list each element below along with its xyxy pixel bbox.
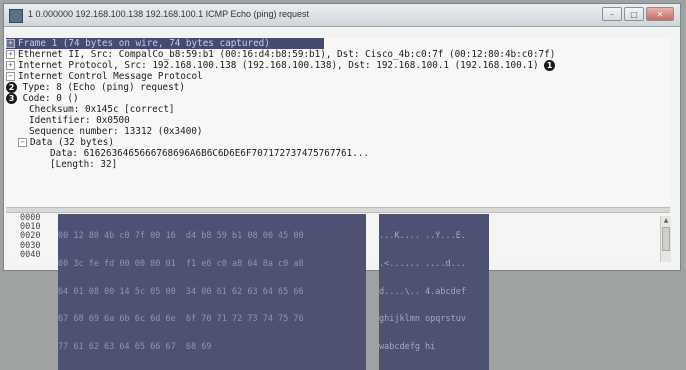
tree-row-identifier[interactable]: Identifier: 0x0500 (6, 115, 670, 126)
tree-row-checksum[interactable]: Checksum: 0x145c [correct] (6, 104, 670, 115)
collapse-minus-icon[interactable]: − (6, 72, 15, 81)
hex-offset: 0040 (20, 249, 41, 260)
tree-row-frame[interactable]: + Frame 1 (74 bytes on wire, 74 bytes cap… (6, 38, 324, 49)
tree-label-data: Data (32 bytes) (30, 137, 114, 148)
tree-row-type[interactable]: 2 Type: 8 (Echo (ping) request) (6, 82, 670, 93)
title-bar[interactable]: 1 0.000000 192.168.100.138 192.168.100.1… (4, 4, 680, 27)
ascii-row: .<...... ....d... (379, 259, 466, 270)
annotation-badge-3: 3 (6, 93, 17, 104)
tree-label-checksum: Checksum: 0x145c [correct] (29, 104, 175, 115)
expand-plus-icon[interactable]: + (6, 61, 15, 70)
expand-plus-icon[interactable]: + (6, 50, 15, 59)
ascii-row: wabcdefg hi (379, 341, 436, 352)
ascii-row: ...K.... ..Y...E. (379, 231, 466, 242)
close-icon[interactable]: ✕ (646, 7, 674, 21)
hex-bytes-highlighted[interactable]: 00 12 80 4b c0 7f 00 16 d4 b8 59 b1 08 0… (58, 214, 366, 370)
hex-bytes-row: 67 68 69 6a 6b 6c 6d 6e 6f 70 71 72 73 7… (58, 314, 304, 325)
scroll-up-arrow-icon[interactable]: ▲ (661, 216, 671, 225)
collapse-minus-icon[interactable]: − (18, 138, 27, 147)
tree-row-code[interactable]: 3 Code: 0 () (6, 93, 670, 104)
tree-label-ethernet: Ethernet II, Src: CompalCo_b8:59:b1 (00:… (18, 49, 556, 60)
tree-row-data-value[interactable]: Data: 6162636465666768696A6B6C6D6E6F7071… (6, 148, 670, 159)
tree-row-sequence[interactable]: Sequence number: 13312 (0x3400) (6, 126, 670, 137)
ascii-row: d....\.. 4.abcdef (379, 286, 466, 297)
tree-label-ip: Internet Protocol, Src: 192.168.100.138 … (18, 60, 539, 71)
hex-offsets: 0000 0010 0020 0030 0040 (20, 213, 41, 260)
window-title: 1 0.000000 192.168.100.138 192.168.100.1… (28, 9, 310, 19)
tree-label-sequence: Sequence number: 13312 (0x3400) (29, 126, 203, 137)
hex-vertical-scrollbar[interactable]: ▲ (660, 216, 671, 262)
tree-row-length[interactable]: [Length: 32] (6, 159, 670, 170)
annotation-badge-1: 1 (544, 60, 556, 71)
expand-plus-icon[interactable]: + (6, 39, 15, 48)
tree-row-ip[interactable]: + Internet Protocol, Src: 192.168.100.138… (6, 60, 670, 71)
hex-ascii-highlighted[interactable]: ...K.... ..Y...E. .<...... ....d... d...… (379, 214, 489, 370)
tree-label-identifier: Identifier: 0x0500 (29, 115, 130, 126)
ascii-row: ghijklmn opqrstuv (379, 314, 466, 325)
tree-label-frame: Frame 1 (74 bytes on wire, 74 bytes capt… (18, 38, 270, 49)
wireshark-app-icon (9, 9, 23, 23)
hex-bytes-row: 77 61 62 63 64 65 66 67 68 69 (58, 341, 212, 352)
window-controls: – □ ✕ (602, 7, 674, 21)
minimize-icon[interactable]: – (602, 7, 622, 21)
tree-label-data-value: Data: 6162636465666768696A6B6C6D6E6F7071… (50, 148, 370, 159)
hex-bytes-row: 64 01 08 00 14 5c 05 00 34 00 61 62 63 6… (58, 286, 304, 297)
hex-bytes-row: 00 12 80 4b c0 7f 00 16 d4 b8 59 b1 08 0… (58, 231, 304, 242)
tree-label-length: [Length: 32] (50, 159, 118, 170)
annotation-badge-2: 2 (6, 82, 17, 93)
tree-label-type: Type: 8 (Echo (ping) request) (22, 82, 185, 93)
hex-bytes-row: 00 3c fe fd 00 00 80 01 f1 e6 c0 a8 64 8… (58, 259, 304, 270)
hex-dump-pane[interactable]: 0000 0010 0020 0030 0040 00 12 80 4b c0 … (6, 213, 670, 370)
tree-row-ethernet[interactable]: + Ethernet II, Src: CompalCo_b8:59:b1 (00… (6, 49, 670, 60)
tree-row-icmp[interactable]: − Internet Control Message Protocol (6, 71, 670, 82)
tree-label-icmp: Internet Control Message Protocol (18, 71, 203, 82)
scrollbar-thumb[interactable] (662, 227, 670, 251)
maximize-icon[interactable]: □ (624, 7, 644, 21)
tree-row-data[interactable]: − Data (32 bytes) (6, 137, 670, 148)
packet-detail-tree[interactable]: + Frame 1 (74 bytes on wire, 74 bytes cap… (6, 38, 670, 206)
tree-label-code: Code: 0 () (22, 93, 79, 104)
